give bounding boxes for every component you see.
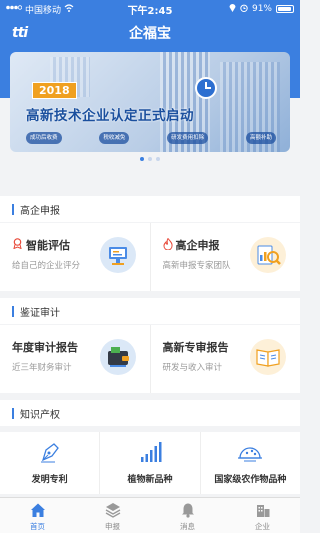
ip-item-new-plant-variety[interactable]: 植物新品种 [100,432,201,494]
flame-icon [162,237,173,253]
signal-bars-icon [135,440,165,464]
tab-enterprise[interactable]: 企业 [225,498,300,533]
computer-illustration-icon [99,237,136,273]
section-header-ip: 知识产权 [0,400,300,426]
ip-item-label: 国家级农作物品种 [214,475,287,485]
banner-tag: 税收减免 [99,132,130,144]
pen-nib-icon [35,440,65,464]
tab-label: 申报 [105,522,120,531]
clock-icon [195,77,217,99]
tab-label: 企业 [255,522,270,531]
battery-percent: 91% [251,4,272,14]
card-smart-assessment[interactable]: 智能评估 给自己的企业评分 [0,223,151,291]
card-title: 智能评估 [26,239,70,252]
carousel-dot[interactable] [156,157,160,161]
signal-icon [6,4,23,14]
card-title: 高新专审报告 [162,341,229,354]
card-subtitle: 高新申报专家团队 [162,261,231,271]
section-accent-bar [12,305,14,317]
carousel-dot[interactable] [140,157,144,161]
card-special-audit[interactable]: 高新专审报告 研发与收入审计 [151,325,301,393]
home-icon [30,502,46,518]
bell-icon [180,502,196,518]
app-logo: tti [12,25,28,41]
card-subtitle: 给自己的企业评分 [12,261,81,271]
high-tech-cards: 智能评估 给自己的企业评分 高企申报 高新申报专家团队 [0,223,300,291]
carrier-name: 中国移动 [25,5,62,16]
ip-item-label: 植物新品种 [127,475,173,485]
card-annual-audit[interactable]: 年度审计报告 近三年财务审计 [0,325,151,393]
card-high-tech-application[interactable]: 高企申报 高新申报专家团队 [151,223,301,291]
wallet-illustration-icon [99,339,136,375]
location-icon [229,3,236,15]
promo-banner[interactable]: 2018 高新技术企业认定正式启动 成功后收费 税收减免 研发费用扣除 高额补助 [10,52,290,152]
tab-messages[interactable]: 消息 [150,498,225,533]
banner-tag: 研发费用扣除 [167,132,209,144]
layers-icon [105,502,121,518]
wifi-icon [64,3,74,15]
section-accent-bar [12,203,14,215]
carousel-dot[interactable] [148,157,152,161]
alarm-icon [240,4,248,15]
building-icon [255,502,271,518]
banner-tag: 高额补助 [245,132,276,144]
ip-items: 发明专利 植物新品种 国家级农作物品种 [0,432,300,494]
bottom-tab-bar: 首页 申报 消息 企业 [0,497,300,533]
banner-year: 2018 [32,82,77,99]
card-subtitle: 研发与收入审计 [162,363,223,373]
section-accent-bar [12,407,14,419]
card-title-row: 高企申报 [162,237,220,253]
ip-item-invention-patent[interactable]: 发明专利 [0,432,101,494]
plant-dome-icon [235,440,265,464]
card-title: 高企申报 [175,239,220,252]
banner-headline: 高新技术企业认定正式启动 [26,108,194,124]
carousel-dots [0,157,300,161]
card-title: 年度审计报告 [12,341,78,354]
card-subtitle: 近三年财务审计 [12,363,72,373]
tab-apply[interactable]: 申报 [75,498,150,533]
book-illustration-icon [250,339,286,375]
tab-home[interactable]: 首页 [0,498,75,533]
card-title-row: 智能评估 [12,237,70,253]
tab-label: 消息 [180,522,195,531]
section-label: 知识产权 [20,409,60,421]
section-label: 高企申报 [20,205,60,217]
battery-icon [276,5,294,13]
ip-item-label: 发明专利 [31,475,68,485]
ip-item-national-crop-variety[interactable]: 国家级农作物品种 [201,432,300,494]
section-header-high-tech: 高企申报 [0,196,300,222]
tab-label: 首页 [30,522,45,531]
section-label: 鉴证审计 [20,307,60,319]
banner-tag: 成功后收费 [26,132,62,144]
section-header-audit: 鉴证审计 [0,298,300,324]
magnifier-chart-illustration-icon [250,237,286,273]
nav-bar: tti 企福宝 [0,18,300,48]
audit-cards: 年度审计报告 近三年财务审计 高新专审报告 研发与收入审计 [0,325,300,393]
page-title: 企福宝 [129,26,171,42]
badge-icon [12,238,23,252]
banner-tags: 成功后收费 税收减免 研发费用扣除 高额补助 [26,132,276,144]
status-bar: 中国移动 下午2:45 91% [0,0,300,18]
